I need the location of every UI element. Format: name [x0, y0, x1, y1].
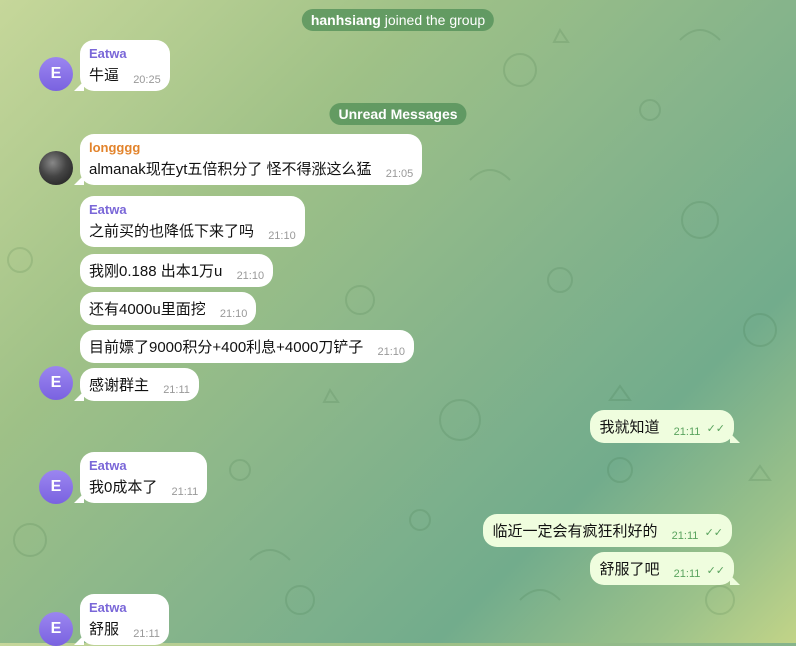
message-time: 21:10	[268, 230, 296, 242]
message-time: 21:11	[133, 628, 160, 640]
outgoing-message-bubble[interactable]: 我就知道 21:11 ✓✓	[590, 410, 740, 443]
bubble-tail	[74, 175, 84, 185]
outgoing-message-bubble[interactable]: 舒服了吧 21:11 ✓✓	[590, 552, 740, 585]
sender-name[interactable]: Eatwa	[89, 458, 198, 473]
message-time: 21:11	[673, 426, 701, 438]
message-text: 我0成本了	[89, 479, 158, 496]
message-text: 牛逼	[89, 67, 120, 84]
sender-name[interactable]: Eatwa	[89, 600, 160, 615]
avatar-initial: E	[50, 478, 62, 495]
message-bubble[interactable]: longggg almanak现在yt五倍积分了 怪不得涨这么猛 21:05	[74, 134, 423, 185]
message-text: 我就知道	[599, 419, 660, 436]
avatar[interactable]: E	[39, 366, 73, 400]
sender-name[interactable]: longggg	[89, 140, 413, 155]
outgoing-message-bubble[interactable]: 临近一定会有疯狂利好的 21:11 ✓✓	[483, 514, 732, 547]
message-time: 21:10	[219, 308, 248, 320]
double-check-icon: ✓✓	[704, 527, 723, 539]
unread-label: Unread Messages	[338, 106, 458, 122]
message-text: 舒服	[89, 621, 120, 638]
message-text: 还有4000u里面挖	[89, 301, 206, 318]
double-check-icon: ✓✓	[706, 565, 725, 577]
message-text: 临近一定会有疯狂利好的	[492, 523, 658, 540]
message-time: 21:11	[171, 486, 199, 498]
message-bubble[interactable]: Eatwa 舒服 21:11	[74, 594, 169, 645]
message-text: 舒服了吧	[599, 561, 660, 578]
bubble-tail	[74, 391, 84, 401]
message-time: 21:10	[236, 270, 265, 282]
avatar[interactable]: E	[39, 57, 73, 91]
message-bubble[interactable]: 感谢群主 21:11	[74, 368, 199, 401]
message-time: 21:11	[671, 530, 699, 542]
message-time: 21:10	[377, 346, 405, 358]
sender-name[interactable]: Eatwa	[89, 202, 296, 217]
bubble-tail	[74, 635, 84, 645]
message-text: 感谢群主	[89, 377, 150, 394]
message-time: 21:11	[673, 568, 701, 580]
unread-messages-divider: Unread Messages	[329, 103, 467, 125]
avatar-initial: E	[50, 620, 62, 637]
double-check-icon: ✓✓	[706, 423, 725, 435]
message-bubble[interactable]: 我刚0.188 出本1万u 21:10	[80, 254, 274, 287]
message-bubble[interactable]: 还有4000u里面挖 21:10	[80, 292, 257, 325]
bubble-tail	[74, 493, 84, 503]
avatar[interactable]: E	[39, 612, 73, 646]
bubble-tail	[730, 575, 740, 585]
sender-name[interactable]: Eatwa	[89, 46, 161, 61]
message-text: 之前买的也降低下来了吗	[89, 223, 255, 240]
message-bubble[interactable]: Eatwa 牛逼 20:25	[74, 40, 170, 91]
message-bubble[interactable]: Eatwa 我0成本了 21:11	[74, 452, 208, 503]
message-time: 20:25	[133, 74, 161, 86]
message-bubble[interactable]: 目前嫖了9000积分+400利息+4000刀铲子 21:10	[80, 330, 414, 363]
avatar-initial: E	[50, 65, 62, 82]
avatar-initial: E	[50, 374, 62, 391]
joined-notice: hanhsiang joined the group	[301, 9, 495, 31]
message-time: 21:05	[385, 168, 414, 180]
bubble-tail	[74, 81, 84, 91]
message-text: 我刚0.188 出本1万u	[89, 263, 223, 280]
message-time: 21:11	[163, 384, 190, 396]
joined-user: hanhsiang	[310, 12, 381, 28]
message-text: 目前嫖了9000积分+400利息+4000刀铲子	[89, 339, 364, 356]
joined-text: joined the group	[384, 12, 486, 28]
message-text: almanak现在yt五倍积分了 怪不得涨这么猛	[89, 161, 372, 178]
bubble-tail	[730, 433, 740, 443]
avatar[interactable]: E	[39, 470, 73, 504]
avatar[interactable]	[39, 151, 73, 185]
message-bubble[interactable]: Eatwa 之前买的也降低下来了吗 21:10	[80, 196, 305, 247]
